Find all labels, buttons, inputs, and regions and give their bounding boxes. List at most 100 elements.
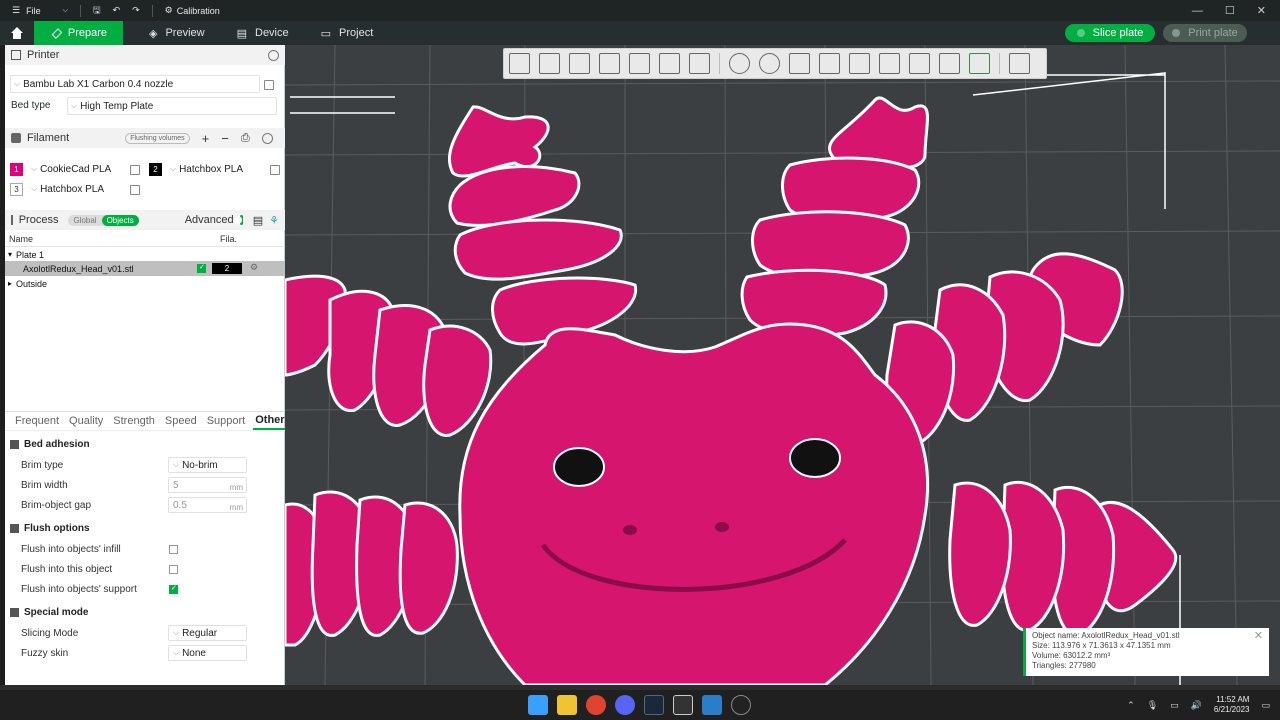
tab-prepare[interactable]: Prepare — [34, 21, 123, 45]
bambu-studio-icon[interactable] — [673, 695, 693, 715]
support-paint-icon[interactable] — [879, 53, 900, 74]
seam-paint-icon[interactable] — [909, 53, 930, 74]
obs-icon[interactable] — [731, 695, 751, 715]
scale-icon[interactable] — [789, 53, 810, 74]
process-icon — [11, 215, 13, 225]
plate-settings-icon[interactable] — [659, 53, 680, 74]
flush-object-checkbox[interactable] — [169, 565, 178, 574]
3d-viewport[interactable]: Object name: AxolotlRedux_Head_v01.stl S… — [285, 45, 1280, 685]
filament-slot-2-badge[interactable]: 2 — [149, 163, 162, 176]
object-row[interactable]: AxolotlRedux_Head_v01.stl 2 ⚙ — [5, 261, 285, 276]
printer-settings-gear-icon[interactable] — [268, 49, 279, 61]
edit-filament-2-icon[interactable] — [270, 165, 280, 175]
move-icon[interactable] — [729, 53, 750, 74]
tab-support[interactable]: Support — [197, 412, 246, 430]
file-menu[interactable]: ☰ File ⌵ — [0, 0, 74, 21]
network-icon[interactable]: ▭ — [1170, 700, 1179, 711]
chevron-up-icon[interactable]: ⌃ — [1127, 700, 1135, 711]
tab-preview[interactable]: ◈ Preview — [133, 21, 221, 45]
advanced-toggle[interactable] — [233, 215, 243, 225]
edit-filament-3-icon[interactable] — [130, 185, 140, 195]
tab-speed[interactable]: Speed — [155, 412, 197, 430]
object-filament-badge[interactable]: 2 — [212, 263, 242, 274]
sync-filament-icon[interactable]: ⎙ — [241, 132, 250, 145]
maximize-button[interactable]: ☐ — [1225, 4, 1235, 17]
filament-slot-2-select[interactable]: ⌵ Hatchbox PLA — [167, 160, 265, 178]
slicing-mode-select[interactable]: ⌵ Regular — [168, 625, 247, 641]
build-plate-scene[interactable] — [285, 45, 1280, 685]
tab-quality[interactable]: Quality — [59, 412, 103, 430]
clock[interactable]: 11:52 AM 6/21/2023 — [1214, 695, 1250, 715]
global-option[interactable]: Global — [68, 215, 101, 226]
brim-gap-input[interactable]: 0.5 mm — [168, 497, 247, 513]
lay-on-face-icon[interactable] — [819, 53, 840, 74]
edit-filament-1-icon[interactable] — [130, 165, 140, 175]
outside-row[interactable]: ▸ Outside — [5, 276, 285, 291]
chrome-icon[interactable] — [586, 695, 606, 715]
cut-icon[interactable] — [849, 53, 870, 74]
divider — [151, 4, 153, 17]
auto-orient-icon[interactable] — [569, 53, 590, 74]
filament-settings-gear-icon[interactable] — [261, 132, 273, 144]
layers-icon[interactable] — [689, 53, 710, 74]
volume-icon[interactable]: 🔊 — [1191, 700, 1202, 711]
tab-frequent[interactable]: Frequent — [5, 412, 59, 430]
remove-filament-icon[interactable]: − — [221, 131, 229, 146]
edit-printer-icon[interactable] — [264, 80, 274, 90]
windows-start-icon[interactable] — [528, 695, 548, 715]
filament-slot-1-badge[interactable]: 1 — [10, 163, 23, 176]
microphone-icon[interactable]: 🎙 — [1147, 700, 1158, 711]
assembly-view-icon[interactable] — [1009, 53, 1030, 74]
fuzzy-skin-value: None — [182, 647, 206, 659]
print-dropdown-icon[interactable] — [1172, 29, 1181, 37]
object-settings-icon[interactable]: ⚙ — [250, 262, 258, 273]
tab-project[interactable]: ▭ Project — [305, 21, 390, 45]
tab-strength[interactable]: Strength — [103, 412, 155, 430]
compare-icon[interactable]: ▤ — [253, 214, 263, 227]
add-plate-icon[interactable] — [629, 53, 650, 74]
slice-plate-button[interactable]: Slice plate — [1065, 24, 1155, 42]
save-button[interactable]: 🖫 — [87, 0, 107, 21]
bed-type-select[interactable]: ⌵ High Temp Plate — [67, 97, 277, 115]
home-button[interactable] — [0, 21, 34, 45]
add-object-icon[interactable] — [509, 53, 530, 74]
close-icon[interactable]: ✕ — [1254, 631, 1263, 642]
filament-section-header: Filament Flushing volumes + − ⎙ — [5, 128, 285, 148]
calibration-menu[interactable]: ⚙ Calibration — [159, 0, 226, 21]
flushing-volumes-button[interactable]: Flushing volumes — [125, 132, 190, 144]
tab-device[interactable]: ▤ Device — [221, 21, 305, 45]
minimize-button[interactable]: — — [1192, 5, 1203, 17]
objects-option[interactable]: Objects — [101, 214, 139, 226]
undo-button[interactable]: ↶ — [107, 0, 127, 21]
connector-icon[interactable]: ⚘ — [269, 214, 279, 227]
filament-slot-1-select[interactable]: ⌵ CookieCad PLA — [28, 160, 126, 178]
redo-button[interactable]: ↷ — [126, 0, 146, 21]
arrange-icon[interactable] — [599, 53, 620, 74]
plate-row[interactable]: ▾ Plate 1 — [5, 247, 285, 262]
arrange-grid-icon[interactable] — [539, 53, 560, 74]
discord-icon[interactable] — [615, 695, 635, 715]
slice-dropdown-icon[interactable] — [1076, 29, 1085, 37]
object-visible-checkbox[interactable] — [197, 263, 206, 273]
close-button[interactable]: ✕ — [1257, 4, 1266, 17]
fuzzy-skin-select[interactable]: ⌵ None — [168, 645, 247, 661]
brim-type-select[interactable]: ⌵ No-brim — [168, 457, 247, 473]
steam-icon[interactable] — [644, 695, 664, 715]
brim-width-unit: mm — [229, 483, 243, 492]
brim-width-input[interactable]: 5 mm — [168, 477, 247, 493]
process-scope-toggle[interactable]: Global Objects — [68, 214, 139, 226]
filament-slot-3-badge[interactable]: 3 — [10, 183, 23, 196]
bed-adhesion-title: Bed adhesion — [24, 439, 90, 450]
color-paint-icon[interactable] — [969, 53, 990, 74]
flush-support-checkbox[interactable] — [169, 584, 178, 594]
notification-icon[interactable]: ▭ — [1261, 700, 1270, 711]
flush-infill-checkbox[interactable] — [169, 545, 178, 554]
add-filament-icon[interactable]: + — [202, 131, 210, 146]
filament-slot-3-select[interactable]: ⌵ Hatchbox PLA — [28, 180, 126, 198]
print-plate-button[interactable]: Print plate — [1163, 24, 1247, 42]
printer-select[interactable]: ⌵ Bambu Lab X1 Carbon 0.4 nozzle — [10, 75, 260, 93]
text-icon[interactable] — [939, 53, 960, 74]
rotate-icon[interactable] — [759, 53, 780, 74]
file-explorer-icon[interactable] — [557, 695, 577, 715]
photos-icon[interactable] — [702, 695, 722, 715]
